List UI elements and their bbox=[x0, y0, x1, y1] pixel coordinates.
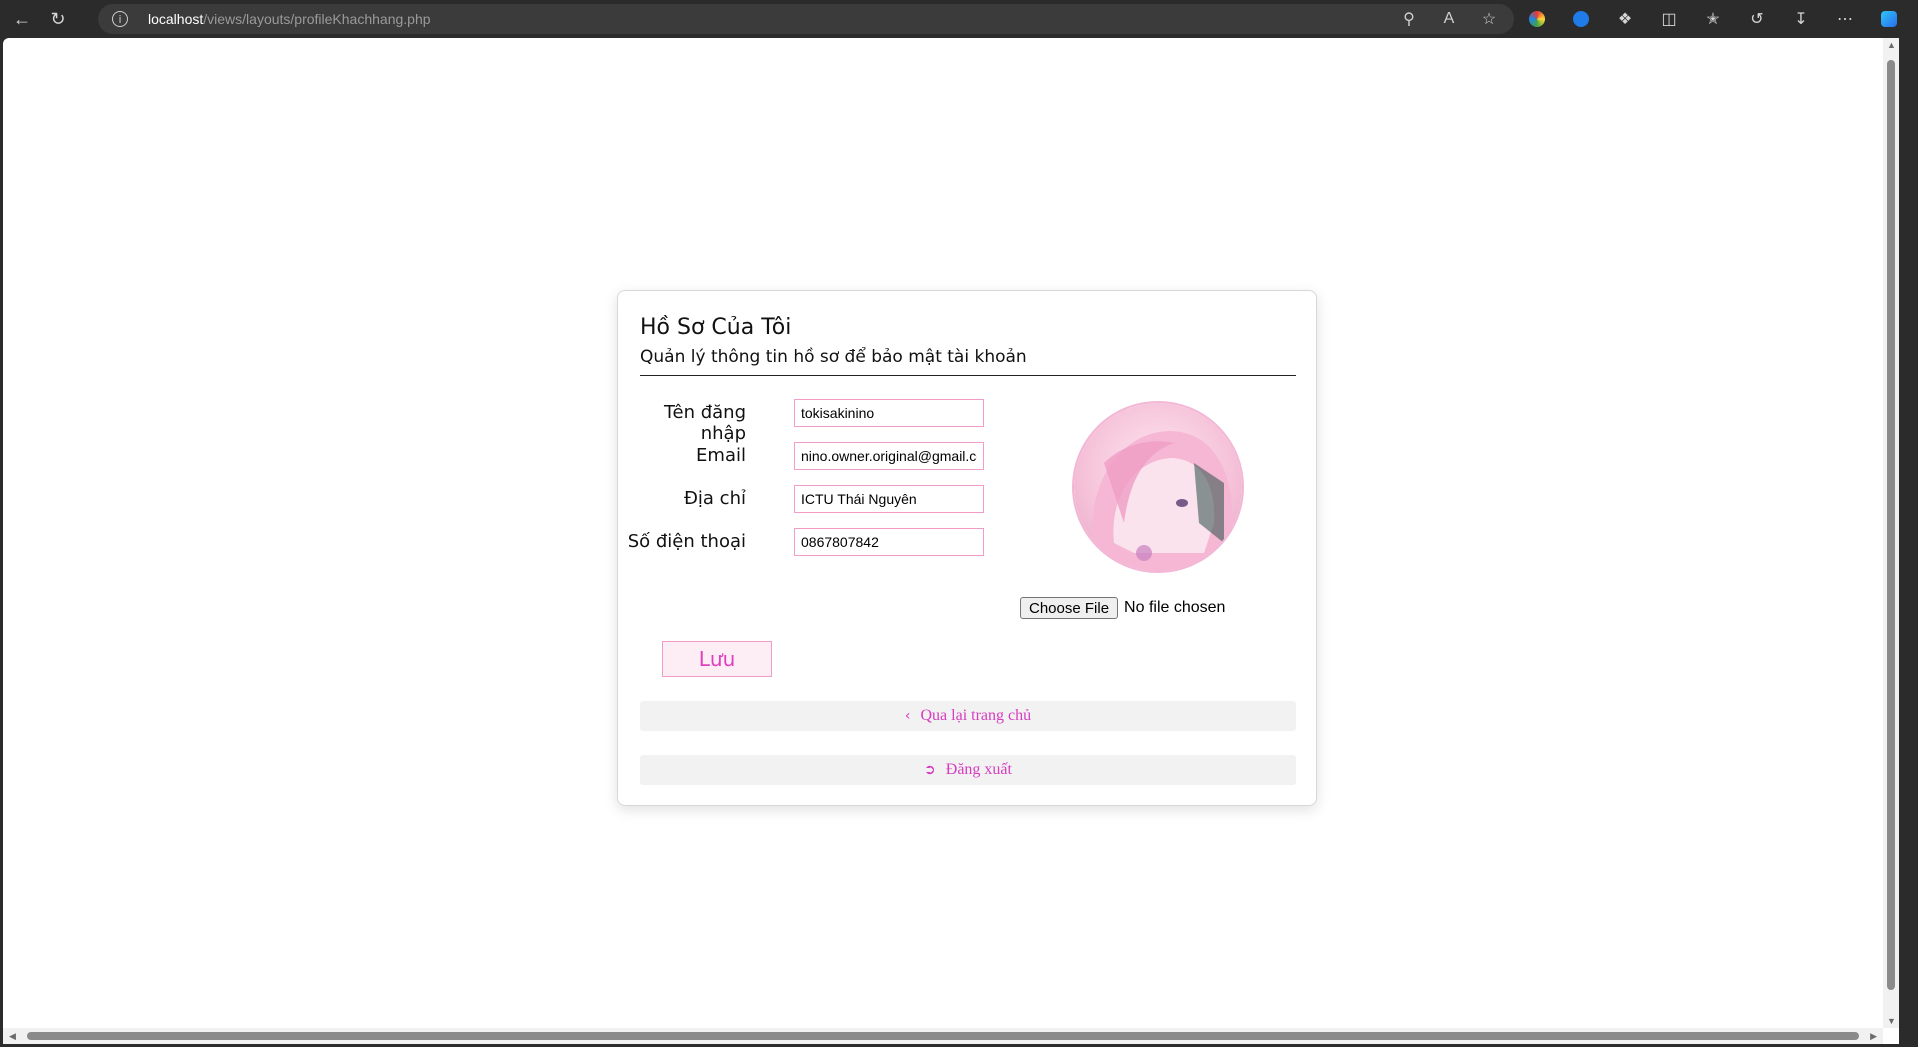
page-subtitle: Quản lý thông tin hồ sơ để bảo mật tài k… bbox=[640, 347, 1027, 367]
phone-label: Số điện thoại bbox=[627, 531, 746, 552]
avatar bbox=[1072, 401, 1244, 573]
site-info-icon[interactable]: i bbox=[112, 11, 128, 27]
favorites-icon[interactable]: ✭ bbox=[1700, 6, 1726, 32]
scroll-right-arrow-icon[interactable]: ▶ bbox=[1870, 1031, 1877, 1042]
choose-file-button[interactable]: Choose File bbox=[1020, 597, 1119, 619]
save-button[interactable]: Lưu bbox=[662, 641, 772, 677]
scroll-up-arrow-icon[interactable]: ▲ bbox=[1887, 40, 1896, 50]
page-viewport: Hồ Sơ Của Tôi Quản lý thông tin hồ sơ để… bbox=[3, 38, 1899, 1044]
extension-color-icon[interactable] bbox=[1524, 6, 1550, 32]
copilot-icon[interactable] bbox=[1876, 6, 1902, 32]
page-title: Hồ Sơ Của Tôi bbox=[640, 315, 792, 340]
email-field[interactable] bbox=[794, 442, 984, 470]
horizontal-scrollbar[interactable]: ◀ ▶ bbox=[3, 1028, 1883, 1044]
back-arrow-icon[interactable]: ← bbox=[8, 6, 36, 32]
vertical-scroll-thumb[interactable] bbox=[1887, 60, 1895, 990]
avatar-image bbox=[1074, 403, 1242, 571]
vertical-scrollbar[interactable]: ▲ ▼ bbox=[1883, 38, 1899, 1028]
split-screen-icon[interactable]: ◫ bbox=[1656, 6, 1682, 32]
reload-icon[interactable]: ↻ bbox=[44, 6, 72, 32]
logout-label: Đăng xuất bbox=[945, 761, 1012, 778]
file-upload: Choose File No file chosen bbox=[1020, 597, 1225, 619]
back-home-label: Qua lại trang chủ bbox=[920, 707, 1032, 724]
browser-toolbar: ← ↻ i localhost/views/layouts/profileKha… bbox=[0, 0, 1918, 38]
zoom-icon[interactable]: ⚲ bbox=[1400, 9, 1418, 29]
logout-link[interactable]: ➲ Đăng xuất bbox=[640, 755, 1296, 785]
scroll-down-arrow-icon[interactable]: ▼ bbox=[1887, 1016, 1896, 1026]
logout-icon: ➲ bbox=[924, 762, 936, 778]
address-field[interactable] bbox=[794, 485, 984, 513]
read-aloud-icon[interactable]: A bbox=[1440, 9, 1458, 29]
extension-shazam-icon[interactable] bbox=[1568, 6, 1594, 32]
username-field[interactable] bbox=[794, 399, 984, 427]
history-icon[interactable]: ↺ bbox=[1744, 6, 1770, 32]
address-label: Địa chỉ bbox=[683, 488, 746, 509]
profile-card: Hồ Sơ Của Tôi Quản lý thông tin hồ sơ để… bbox=[617, 290, 1317, 806]
extensions-puzzle-icon[interactable]: ❖ bbox=[1612, 6, 1638, 32]
back-home-link[interactable]: ‹ Qua lại trang chủ bbox=[640, 701, 1296, 731]
favorite-star-icon[interactable]: ☆ bbox=[1480, 9, 1498, 29]
downloads-icon[interactable]: ↧ bbox=[1788, 6, 1814, 32]
email-label: Email bbox=[696, 445, 746, 466]
phone-field[interactable] bbox=[794, 528, 984, 556]
chevron-left-icon: ‹ bbox=[904, 708, 911, 724]
username-label: Tên đăng nhập bbox=[664, 402, 746, 444]
divider bbox=[640, 375, 1296, 376]
more-menu-icon[interactable]: ⋯ bbox=[1832, 6, 1858, 32]
address-bar[interactable]: i localhost/views/layouts/profileKhachha… bbox=[98, 4, 1514, 34]
url-text[interactable]: localhost/views/layouts/profileKhachhang… bbox=[148, 11, 431, 27]
file-status: No file chosen bbox=[1124, 599, 1226, 616]
scroll-left-arrow-icon[interactable]: ◀ bbox=[9, 1031, 16, 1042]
horizontal-scroll-thumb[interactable] bbox=[27, 1032, 1859, 1040]
